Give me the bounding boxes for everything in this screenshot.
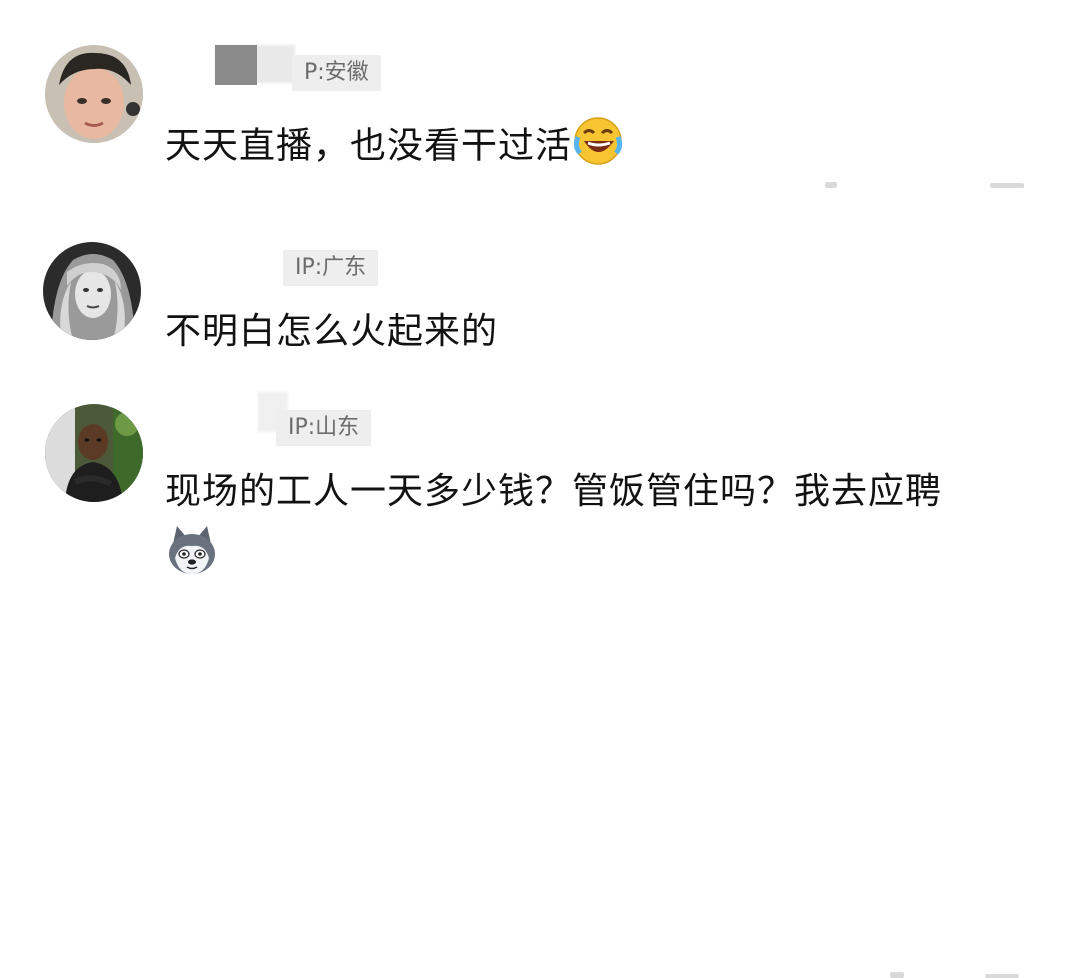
avatar[interactable] [43,242,141,340]
comment-item: P:安徽 天天直播，也没看干过活 [0,0,1080,200]
avatar[interactable] [45,45,143,143]
ip-location-badge: IP:山东 [276,410,372,446]
cropped-action-bar [825,182,837,188]
comment-item: IP:广东 不明白怎么火起来的 [0,200,1080,380]
ip-location-badge: IP:广东 [283,250,379,286]
username-redacted-block [215,45,257,85]
comment-item: IP:山东 现场的工人一天多少钱？管饭管住吗？我去应聘 [0,380,1080,978]
cropped-action-bar [890,972,904,978]
avatar[interactable] [45,404,143,502]
cropped-action-bar [990,183,1024,188]
cropped-action-bar [985,974,1019,978]
husky-emoji [165,524,219,578]
comment-text: 现场的工人一天多少钱？管饭管住吗？我去应聘 [165,471,943,512]
comment-text: 不明白怎么火起来的 [165,311,499,352]
comment-text: 天天直播，也没看干过活 [165,115,624,180]
user-avatar-image [45,404,143,502]
user-avatar-image [45,45,143,143]
user-avatar-image [43,242,141,340]
comment-text-content: 天天直播，也没看干过活 [165,125,573,167]
ip-location-badge: P:安徽 [292,55,381,91]
rofl-emoji [572,115,624,180]
